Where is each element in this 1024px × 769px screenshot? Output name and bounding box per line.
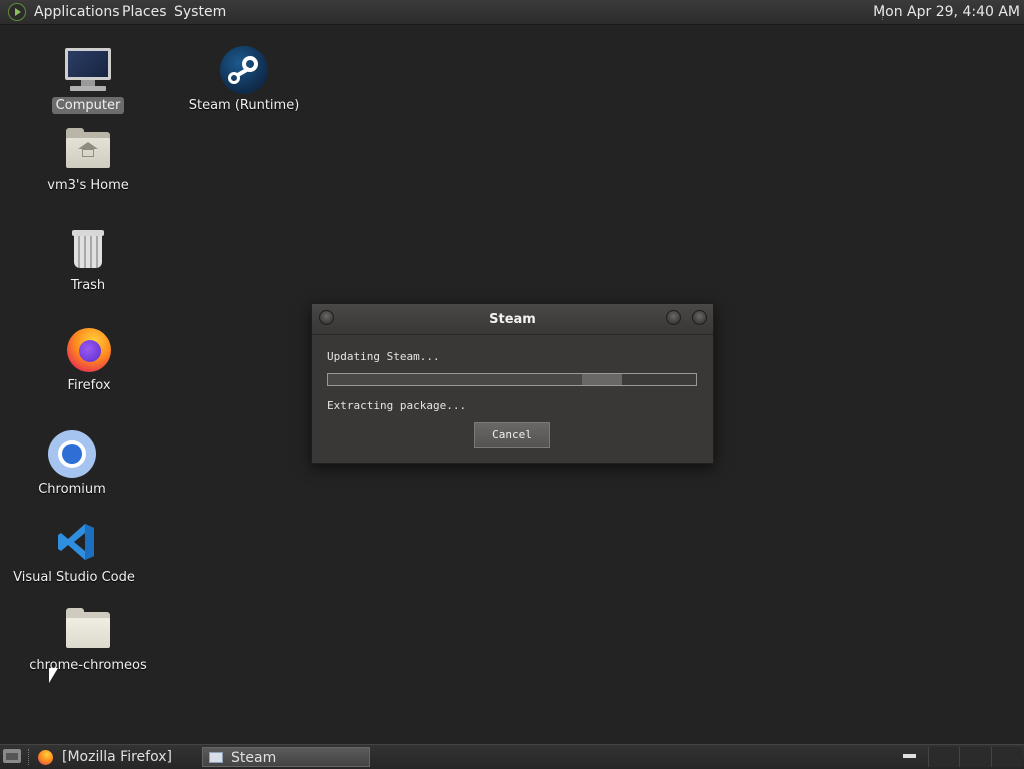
firefox-icon <box>65 326 113 374</box>
update-status-text: Updating Steam... <box>327 350 440 363</box>
desktop-icon-chrome-chromeos[interactable]: chrome-chromeos <box>18 606 158 674</box>
window-icon <box>209 752 223 763</box>
taskbar-item-firefox[interactable]: [Mozilla Firefox] <box>36 747 196 767</box>
desktop-icon-vscode[interactable]: Visual Studio Code <box>4 518 144 586</box>
taskbar-item-steam[interactable]: Steam <box>202 747 370 767</box>
clock[interactable]: Mon Apr 29, 4:40 AM <box>873 4 1020 20</box>
taskbar-item-label: [Mozilla Firefox] <box>62 749 172 765</box>
steam-update-dialog: Steam Updating Steam... Extracting packa… <box>311 303 714 464</box>
progress-indicator <box>582 374 622 385</box>
bottom-panel: [Mozilla Firefox] Steam <box>0 744 1024 769</box>
desktop-icon-label: Visual Studio Code <box>13 570 135 585</box>
taskbar-item-label: Steam <box>231 750 277 766</box>
desktop-icon-label: Firefox <box>67 378 111 393</box>
applications-logo-icon[interactable] <box>8 3 26 21</box>
desktop-icon-label: Chromium <box>38 482 106 497</box>
desktop-icon-label: Computer <box>51 97 125 114</box>
mouse-cursor-icon <box>49 668 58 683</box>
top-panel: Applications Places System Mon Apr 29, 4… <box>0 0 1024 25</box>
desktop-icon-trash[interactable]: Trash <box>18 226 158 294</box>
desktop-icon-firefox[interactable]: Firefox <box>19 326 159 394</box>
show-desktop-icon[interactable] <box>3 749 21 763</box>
desktop-icon-computer[interactable]: Computer <box>18 46 158 114</box>
workspace-indicator-icon[interactable] <box>903 754 916 758</box>
dialog-title: Steam <box>489 312 536 327</box>
vscode-icon <box>50 518 98 566</box>
workspace-cell[interactable] <box>990 747 1022 767</box>
close-button[interactable] <box>692 310 707 325</box>
desktop-icon-steam[interactable]: Steam (Runtime) <box>174 46 314 114</box>
update-progress-bar <box>327 373 697 386</box>
trash-icon <box>64 226 112 274</box>
update-detail-text: Extracting package... <box>327 399 467 412</box>
desktop-icon-label: Trash <box>70 278 106 293</box>
minimize-button[interactable] <box>666 310 681 325</box>
desktop-icon-home[interactable]: vm3's Home <box>18 126 158 194</box>
desktop-icon-label: Steam (Runtime) <box>188 98 300 113</box>
desktop-icon-label: chrome-chromeos <box>29 658 147 673</box>
workspace-switcher[interactable] <box>928 747 1022 767</box>
places-menu[interactable]: Places <box>122 4 167 20</box>
home-folder-icon <box>64 126 112 174</box>
firefox-icon <box>38 750 53 765</box>
system-menu[interactable]: System <box>174 4 226 20</box>
computer-icon <box>64 46 112 94</box>
workspace-cell[interactable] <box>928 747 960 767</box>
workspace-cell[interactable] <box>959 747 991 767</box>
dialog-titlebar[interactable]: Steam <box>312 304 713 335</box>
cancel-button[interactable]: Cancel <box>474 422 550 448</box>
chromium-icon <box>48 430 96 478</box>
desktop-icon-chromium[interactable]: Chromium <box>2 430 142 498</box>
desktop-icon-label: vm3's Home <box>47 178 129 193</box>
progress-fill <box>328 374 622 385</box>
steam-icon <box>220 46 268 94</box>
folder-icon <box>64 606 112 654</box>
taskbar-handle[interactable] <box>28 749 32 765</box>
applications-menu[interactable]: Applications <box>34 4 120 20</box>
